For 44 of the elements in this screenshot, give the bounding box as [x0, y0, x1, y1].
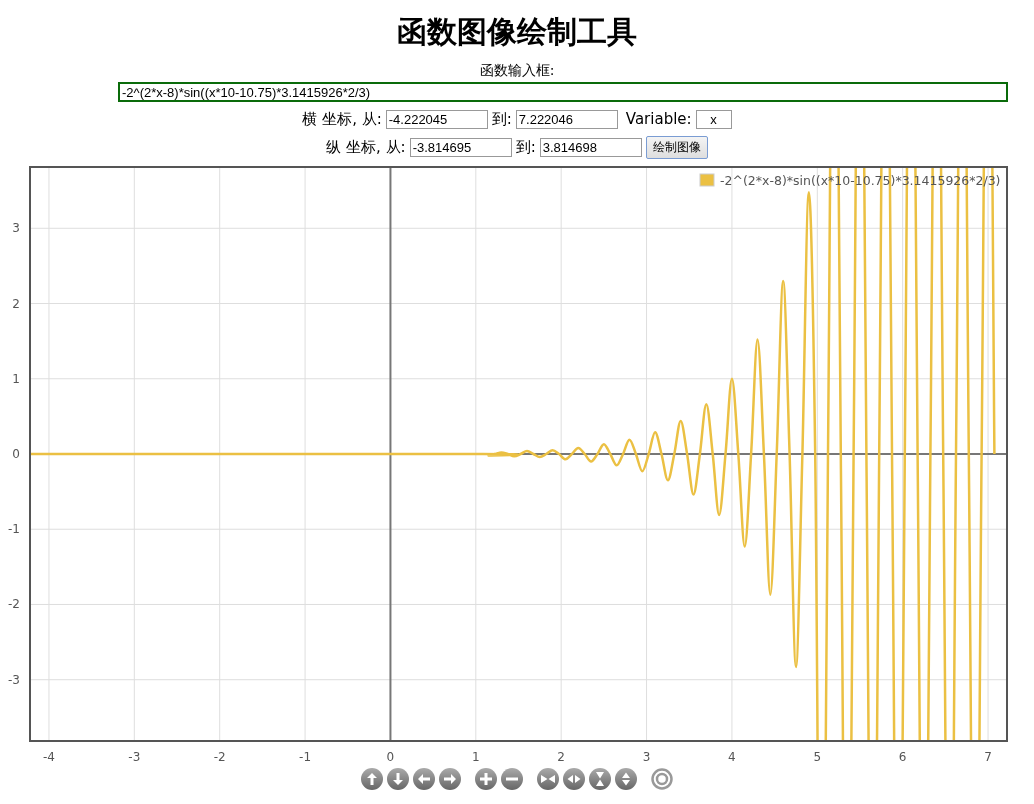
x-range-label: 横 坐标, 从:	[302, 109, 382, 129]
tick-label: 4	[728, 750, 736, 762]
function-input-field[interactable]: -2^(2*x-8)*sin((x*10-10.75)*3.1415926*2/3)	[118, 82, 1008, 102]
arrow-up-icon[interactable]	[361, 768, 383, 790]
tick-label: 1	[12, 371, 20, 386]
tick-label: -4	[42, 750, 55, 762]
tick-label: 3	[642, 750, 651, 762]
tick-label: -2	[8, 597, 20, 612]
tick-label: 2	[557, 750, 565, 762]
tick-label: -3	[8, 672, 20, 687]
tick-label: -1	[8, 522, 20, 537]
inward-arrows-icon[interactable]	[537, 768, 559, 790]
tick-label: 5	[813, 750, 822, 762]
variable-label: Variable:	[625, 110, 692, 128]
arrow-down-icon[interactable]	[387, 768, 409, 790]
outward-arrows-icon[interactable]	[563, 768, 585, 790]
tick-label: 3	[12, 221, 20, 236]
tick-label: -3	[128, 750, 141, 762]
tick-label: 0	[386, 750, 395, 762]
tick-label: 0	[12, 447, 20, 461]
input-label: 函数输入框:	[479, 62, 555, 80]
input-field[interactable]: 3.814698	[539, 137, 642, 157]
minus-icon[interactable]	[501, 768, 523, 790]
to-label: 到:	[491, 109, 512, 129]
variable-field[interactable]: x	[695, 109, 732, 129]
input-field[interactable]: -4.222045	[385, 109, 488, 129]
to-label: 到:	[515, 137, 536, 157]
up-down-arrows-icon[interactable]	[615, 768, 637, 790]
target-icon[interactable]	[651, 768, 673, 790]
hourglass-icon[interactable]	[589, 768, 611, 790]
arrow-right-icon[interactable]	[439, 768, 461, 790]
tick-label: -2	[213, 750, 226, 762]
page-title: 函数图像绘制工具	[396, 13, 638, 51]
tick-label: 2	[12, 296, 20, 311]
tick-label: 7	[984, 750, 992, 762]
tick-label: 6	[898, 750, 907, 762]
plus-icon[interactable]	[475, 768, 497, 790]
tick-label: 1	[472, 750, 480, 762]
input-field[interactable]: 7.222046	[515, 109, 618, 129]
arrow-left-icon[interactable]	[413, 768, 435, 790]
draw-button[interactable]: 绘制图像	[645, 135, 708, 159]
tick-label: -1	[299, 750, 312, 762]
input-field[interactable]: -3.814695	[409, 137, 512, 157]
y-range-label: 纵 坐标, 从:	[326, 137, 406, 157]
